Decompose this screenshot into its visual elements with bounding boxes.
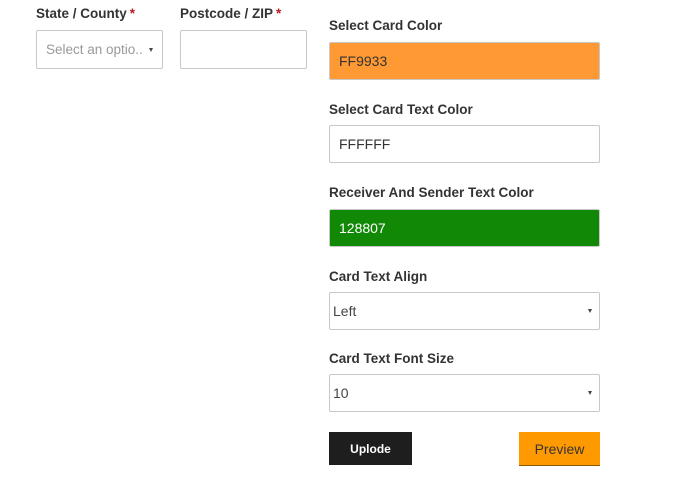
postcode-input[interactable] [180,30,307,69]
preview-button-label: Preview [534,440,585,457]
card-text-color-label: Select Card Text Color [329,102,473,117]
receiver-sender-color-label: Receiver And Sender Text Color [329,185,534,200]
card-color-input[interactable]: FF9933 [329,42,600,80]
card-color-label: Select Card Color [329,18,443,33]
required-mark: * [276,6,282,21]
card-text-color-value: FFFFFF [339,136,391,152]
upload-button-label: Uplode [350,441,391,456]
upload-button[interactable]: Uplode [329,432,412,465]
state-county-select[interactable]: Select an optio.. [36,30,163,69]
required-mark: * [129,6,136,21]
card-color-value: FF9933 [339,53,388,69]
receiver-sender-color-input[interactable]: 128807 [329,209,600,247]
card-text-align-select[interactable]: Left [329,292,600,330]
receiver-sender-color-value: 128807 [339,220,386,236]
card-text-align-value: Left [333,303,357,319]
state-county-placeholder: Select an optio.. [46,42,143,57]
card-font-size-select[interactable]: 10 [329,374,600,412]
postcode-label: Postcode / ZIP * [180,6,282,21]
chevron-down-icon [149,47,153,52]
chevron-down-icon [588,391,592,395]
card-font-size-value: 10 [333,385,349,401]
chevron-down-icon [588,309,592,313]
state-county-label: State / County * [36,6,136,21]
preview-button[interactable]: Preview [519,432,600,466]
card-text-color-input[interactable]: FFFFFF [329,125,600,163]
card-text-align-label: Card Text Align [329,269,428,284]
card-font-size-label: Card Text Font Size [329,351,455,366]
